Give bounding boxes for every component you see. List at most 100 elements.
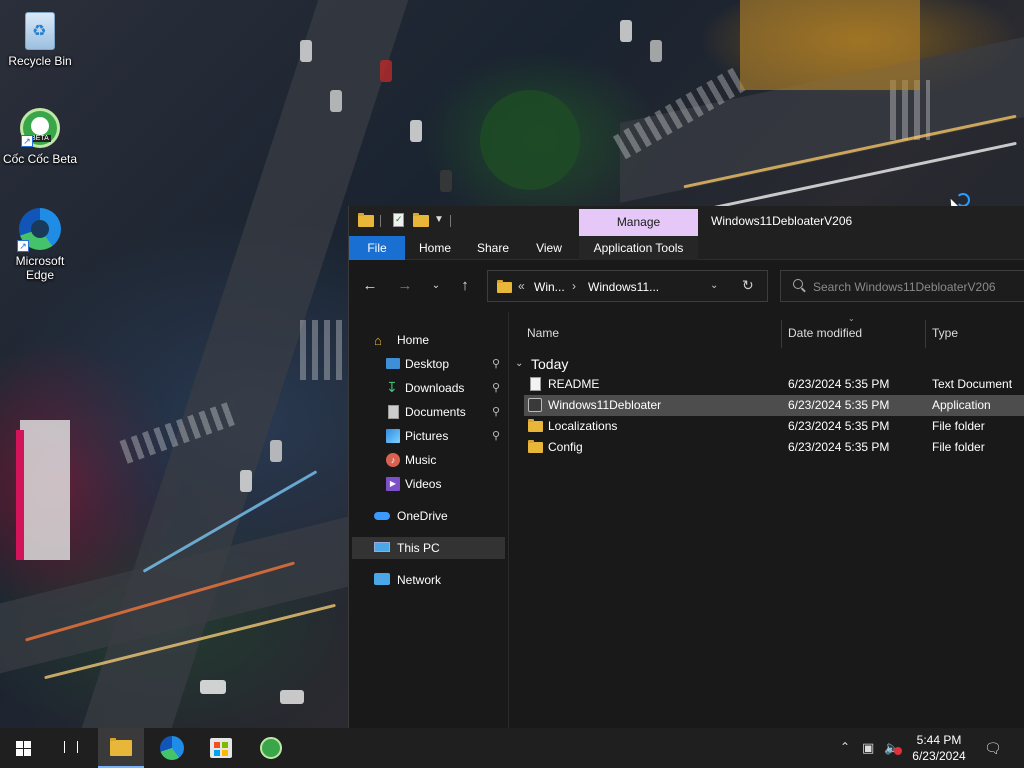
column-header-type[interactable]: Type: [932, 326, 958, 340]
tab-file[interactable]: File: [349, 236, 405, 260]
nav-item-videos[interactable]: ▶ Videos: [352, 473, 505, 495]
folder-icon: [528, 419, 543, 432]
shortcut-arrow-icon: ↗: [17, 240, 29, 252]
nav-item-music[interactable]: ♪ Music: [352, 449, 505, 471]
file-explorer-window: ✓ ▼ Manage Windows11DebloaterV206 File H…: [348, 206, 1024, 728]
coccoc-beta-icon: [260, 737, 282, 759]
ribbon-tabs: File Home Share View Application Tools: [349, 236, 1024, 260]
start-button[interactable]: [0, 728, 46, 768]
column-header-name[interactable]: Name: [527, 326, 559, 340]
pictures-icon: [386, 429, 400, 443]
pin-icon: ⚲: [492, 382, 501, 394]
file-row[interactable]: Localizations 6/23/2024 5:35 PM File folde…: [524, 416, 1024, 437]
properties-icon[interactable]: ✓: [391, 213, 407, 227]
file-type: File folder: [932, 419, 985, 433]
search-box[interactable]: [780, 270, 1024, 302]
file-row[interactable]: Windows11Debloater 6/23/2024 5:35 PM Appli…: [524, 395, 1024, 416]
up-button[interactable]: ↑: [453, 278, 477, 294]
new-folder-icon[interactable]: [413, 213, 429, 227]
file-type: Text Document: [932, 377, 1013, 391]
taskbar: ⌃ ▣ 🔈 5:44 PM 6/23/2024 🗨: [0, 728, 1024, 768]
breadcrumb-overflow[interactable]: «: [518, 279, 525, 293]
breadcrumb-separator-icon[interactable]: ›: [572, 279, 576, 293]
collapse-chevron-icon: ⌄: [515, 358, 524, 369]
nav-item-documents[interactable]: Documents ⚲: [352, 401, 505, 423]
tab-view[interactable]: View: [525, 236, 573, 260]
taskbar-edge[interactable]: [148, 728, 194, 768]
customize-quick-access-icon[interactable]: ▼: [434, 214, 444, 225]
breadcrumb-item[interactable]: Windows11...: [588, 280, 659, 294]
forward-button[interactable]: →: [393, 278, 417, 294]
task-view-icon: [64, 741, 78, 753]
show-hidden-icons-chevron-icon[interactable]: ⌃: [840, 740, 850, 754]
onedrive-cloud-icon: [374, 512, 390, 520]
clock-date: 6/23/2024: [912, 749, 966, 763]
edge-icon: ↗: [17, 208, 61, 252]
pin-icon: ⚲: [492, 430, 501, 442]
nav-item-home[interactable]: ⌂ Home: [352, 329, 505, 351]
navigation-bar: ← → ⌄ ↑ « Win... › Windows11... ⌄ ↻: [349, 260, 1024, 312]
recycle-bin-icon: ♻: [25, 12, 55, 50]
file-name: Localizations: [548, 419, 618, 433]
file-list: Name ⌄ Date modified Type ⌄ Today README…: [510, 312, 1024, 728]
desktop-icon-coccoc-beta[interactable]: BETA ↗ Cốc Cốc Beta: [0, 108, 80, 166]
nav-item-onedrive[interactable]: OneDrive: [352, 505, 505, 527]
file-explorer-icon: [110, 738, 132, 756]
home-icon: ⌂: [374, 333, 382, 348]
file-date-modified: 6/23/2024 5:35 PM: [788, 377, 890, 391]
nav-item-network[interactable]: Network: [352, 569, 505, 591]
divider: [380, 215, 381, 227]
search-input[interactable]: [813, 278, 1023, 296]
address-bar[interactable]: « Win... › Windows11... ⌄ ↻: [487, 270, 768, 302]
downloads-icon: ↧: [386, 379, 398, 395]
refresh-icon[interactable]: ↻: [742, 277, 754, 294]
desktop-icon-recycle-bin[interactable]: ♻ Recycle Bin: [0, 12, 80, 68]
title-bar[interactable]: ✓ ▼ Manage Windows11DebloaterV206: [349, 206, 1024, 236]
file-type: File folder: [932, 440, 985, 454]
taskbar-file-explorer[interactable]: [98, 728, 144, 768]
file-row[interactable]: README 6/23/2024 5:35 PM Text Document: [524, 374, 1024, 395]
windows-logo-icon: [16, 741, 31, 756]
network-status-icon[interactable]: ▣: [862, 740, 874, 756]
nav-item-this-pc[interactable]: This PC: [352, 537, 505, 559]
store-icon: [210, 738, 232, 758]
tab-manage[interactable]: Manage: [579, 209, 698, 236]
file-date-modified: 6/23/2024 5:35 PM: [788, 398, 890, 412]
tab-home[interactable]: Home: [409, 236, 461, 260]
folder-icon: [358, 213, 374, 227]
back-button[interactable]: ←: [358, 278, 382, 294]
column-divider[interactable]: [925, 320, 926, 348]
tab-share[interactable]: Share: [465, 236, 521, 260]
sort-indicator-icon: ⌄: [848, 314, 855, 323]
file-row[interactable]: Config 6/23/2024 5:35 PM File folder: [524, 437, 1024, 458]
application-icon: [528, 398, 542, 412]
address-dropdown-icon[interactable]: ⌄: [710, 280, 718, 291]
shortcut-arrow-icon: ↗: [21, 135, 33, 147]
edge-icon: [160, 736, 184, 760]
column-divider[interactable]: [781, 320, 782, 348]
file-name: Windows11Debloater: [548, 398, 662, 412]
recent-locations-button[interactable]: ⌄: [424, 278, 448, 294]
nav-item-desktop[interactable]: Desktop ⚲: [352, 353, 505, 375]
nav-item-downloads[interactable]: ↧ Downloads ⚲: [352, 377, 505, 399]
divider: [450, 215, 451, 227]
window-title: Windows11DebloaterV206: [711, 214, 853, 228]
column-header-date-modified[interactable]: Date modified: [788, 326, 862, 340]
action-center-icon[interactable]: 🗨: [984, 740, 1002, 757]
coccoc-beta-icon: BETA ↗: [20, 108, 60, 148]
tab-application-tools[interactable]: Application Tools: [579, 236, 698, 260]
this-pc-icon: [374, 542, 390, 552]
pin-icon: ⚲: [492, 406, 501, 418]
desktop-icon-edge[interactable]: ↗ Microsoft Edge: [0, 208, 80, 282]
nav-item-pictures[interactable]: Pictures ⚲: [352, 425, 505, 447]
folder-icon: [528, 440, 543, 453]
system-clock[interactable]: 5:44 PM 6/23/2024: [900, 732, 978, 764]
taskbar-store[interactable]: [198, 728, 244, 768]
file-date-modified: 6/23/2024 5:35 PM: [788, 440, 890, 454]
desktop-folder-icon: [386, 358, 400, 369]
task-view-button[interactable]: [48, 728, 94, 768]
taskbar-coccoc[interactable]: [248, 728, 294, 768]
breadcrumb-item[interactable]: Win...: [534, 280, 565, 294]
music-icon: ♪: [386, 453, 400, 467]
file-type: Application: [932, 398, 991, 412]
